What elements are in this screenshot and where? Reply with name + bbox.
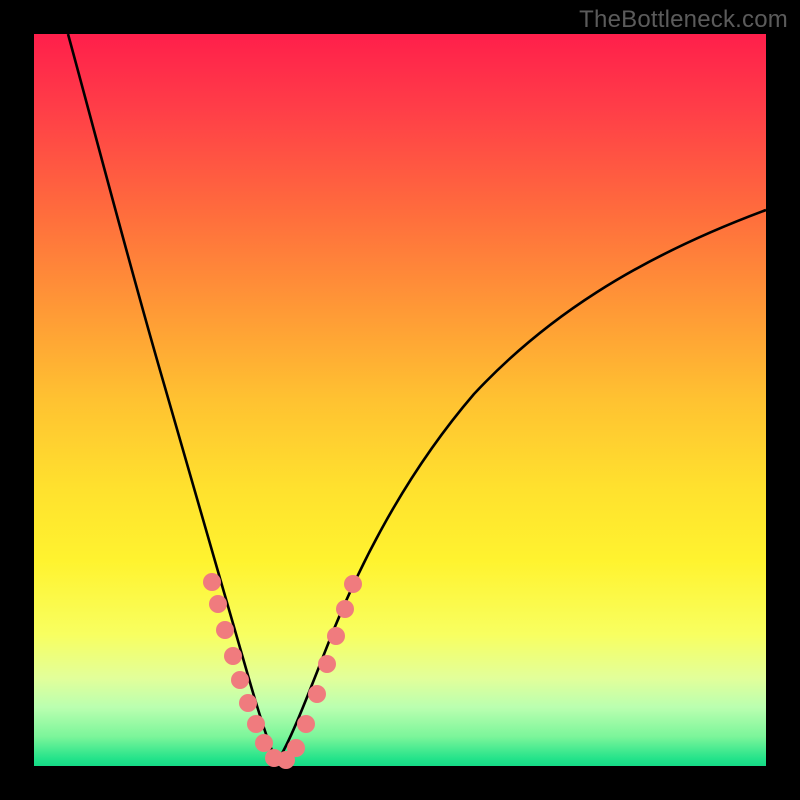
plot-area [34,34,766,766]
chart-svg [34,34,766,766]
curve-left [68,34,277,762]
curve-right [277,210,766,762]
watermark-text: TheBottleneck.com [579,6,788,34]
chart-frame: TheBottleneck.com [0,0,800,800]
annotation-dots [203,573,362,769]
